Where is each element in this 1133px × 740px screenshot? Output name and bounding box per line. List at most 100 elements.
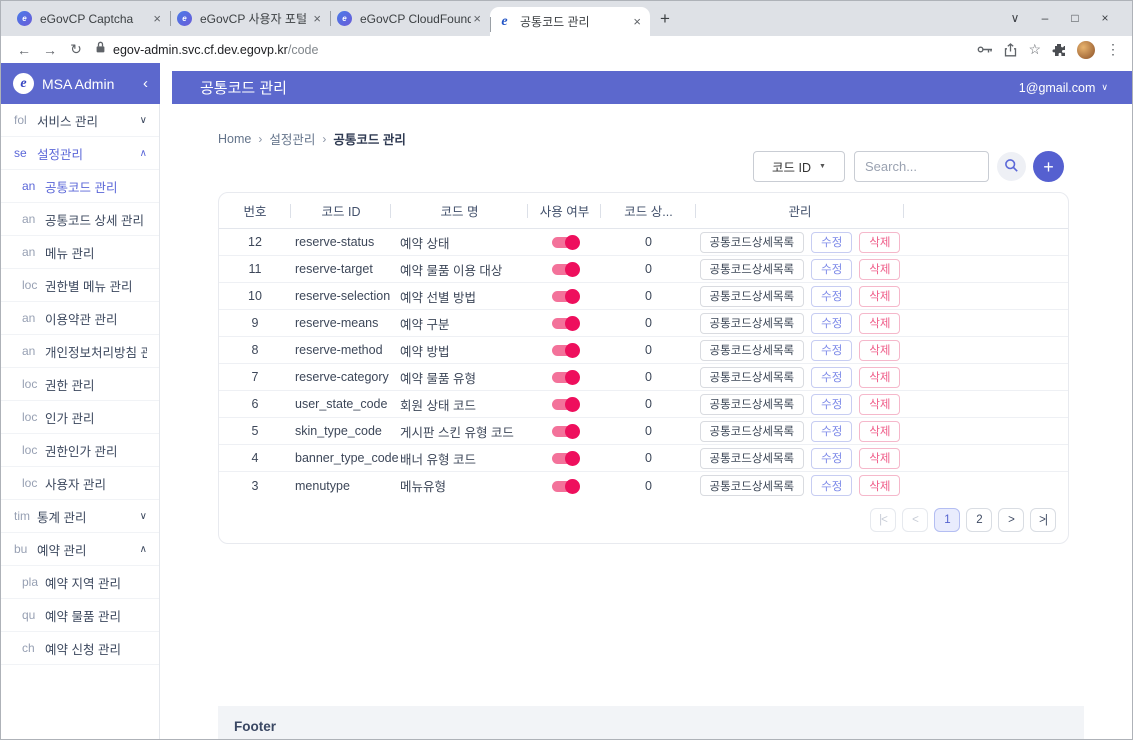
sidebar-item[interactable]: loc권한별 메뉴 관리 [1, 269, 159, 302]
page-1[interactable]: 1 [934, 508, 960, 532]
use-toggle[interactable] [552, 345, 578, 356]
extensions-puzzle-icon[interactable] [1052, 43, 1066, 57]
delete-button[interactable]: 삭제 [859, 421, 900, 442]
sidebar-item[interactable]: loc인가 관리 [1, 401, 159, 434]
breadcrumb-home[interactable]: Home [218, 132, 251, 146]
search-field-dropdown[interactable]: 코드 ID ▼ [753, 151, 845, 182]
use-toggle[interactable] [552, 399, 578, 410]
back-icon[interactable]: ← [11, 42, 37, 58]
tab-search-icon[interactable]: ∨ [1000, 11, 1030, 25]
add-code-button[interactable]: + [1033, 151, 1064, 182]
sidebar-item[interactable]: tim통계 관리∨ [1, 500, 159, 533]
close-icon[interactable]: × [1090, 11, 1120, 25]
use-toggle[interactable] [552, 426, 578, 437]
minimize-icon[interactable]: – [1030, 11, 1060, 25]
edit-button[interactable]: 수정 [811, 421, 852, 442]
sidebar-item[interactable]: an메뉴 관리 [1, 236, 159, 269]
menu-icon: loc [22, 377, 39, 391]
use-toggle[interactable] [552, 481, 578, 492]
delete-button[interactable]: 삭제 [859, 259, 900, 280]
use-toggle[interactable] [552, 291, 578, 302]
delete-button[interactable]: 삭제 [859, 232, 900, 253]
browser-tab[interactable]: eeGovCP CloudFoundry× [330, 1, 490, 36]
profile-avatar[interactable] [1077, 41, 1095, 59]
delete-button[interactable]: 삭제 [859, 367, 900, 388]
address-bar[interactable]: egov-admin.svc.cf.dev.egovp.kr/code [95, 41, 967, 59]
sidebar-item[interactable]: pla예약 지역 관리 [1, 566, 159, 599]
chevron-up-icon: ∧ [140, 544, 147, 555]
sidebar-item[interactable]: an공통코드 관리 [1, 170, 159, 203]
delete-button[interactable]: 삭제 [859, 286, 900, 307]
delete-button[interactable]: 삭제 [859, 394, 900, 415]
edit-button[interactable]: 수정 [811, 313, 852, 334]
sidebar-item[interactable]: an이용약관 관리 [1, 302, 159, 335]
page-2[interactable]: 2 [966, 508, 992, 532]
sidebar-item[interactable]: loc권한인가 관리 [1, 434, 159, 467]
edit-button[interactable]: 수정 [811, 286, 852, 307]
sidebar-item[interactable]: loc사용자 관리 [1, 467, 159, 500]
edit-button[interactable]: 수정 [811, 340, 852, 361]
edit-button[interactable]: 수정 [811, 448, 852, 469]
tab-close-icon[interactable]: × [471, 11, 483, 26]
new-tab-button[interactable]: + [650, 7, 680, 31]
detail-list-button[interactable]: 공통코드상세목록 [700, 313, 805, 334]
tab-close-icon[interactable]: × [151, 11, 163, 26]
forward-icon[interactable]: → [37, 42, 63, 58]
sidebar-item[interactable]: ch예약 신청 관리 [1, 632, 159, 665]
delete-button[interactable]: 삭제 [859, 313, 900, 334]
edit-button[interactable]: 수정 [811, 367, 852, 388]
edit-button[interactable]: 수정 [811, 259, 852, 280]
next-page[interactable]: > [998, 508, 1024, 532]
delete-button[interactable]: 삭제 [859, 448, 900, 469]
sidebar-item[interactable]: loc권한 관리 [1, 368, 159, 401]
bookmark-star-icon[interactable]: ☆ [1028, 41, 1041, 58]
menu-icon: an [22, 179, 39, 193]
edit-button[interactable]: 수정 [811, 475, 852, 496]
use-toggle[interactable] [552, 453, 578, 464]
use-toggle[interactable] [552, 264, 578, 275]
sidebar-item[interactable]: bu예약 관리∧ [1, 533, 159, 566]
browser-tab[interactable]: e공통코드 관리× [490, 7, 650, 36]
edit-button[interactable]: 수정 [811, 232, 852, 253]
browser-tab[interactable]: eeGovCP 사용자 포털× [170, 1, 330, 36]
maximize-icon[interactable]: □ [1060, 11, 1090, 25]
use-toggle[interactable] [552, 318, 578, 329]
detail-list-button[interactable]: 공통코드상세목록 [700, 367, 805, 388]
use-toggle[interactable] [552, 237, 578, 248]
browser-tab[interactable]: eeGovCP Captcha× [10, 1, 170, 36]
sidebar-item[interactable]: qu예약 물품 관리 [1, 599, 159, 632]
last-page[interactable]: >| [1030, 508, 1056, 532]
detail-list-button[interactable]: 공통코드상세목록 [700, 421, 805, 442]
search-button[interactable] [997, 152, 1026, 181]
sidebar-item[interactable]: an개인정보처리방침 관리 [1, 335, 159, 368]
sidebar-item[interactable]: an공통코드 상세 관리 [1, 203, 159, 236]
breadcrumb-separator: › [322, 132, 326, 146]
user-menu[interactable]: 1@gmail.com ∨ [1019, 81, 1108, 95]
menu-icon: bu [14, 542, 31, 556]
search-input[interactable] [854, 151, 989, 182]
use-toggle[interactable] [552, 372, 578, 383]
sidebar-collapse-icon[interactable]: ‹ [143, 75, 148, 92]
breadcrumb-settings[interactable]: 설정관리 [269, 129, 315, 148]
detail-list-button[interactable]: 공통코드상세목록 [700, 475, 805, 496]
table-row: 12reserve-status예약 상태0공통코드상세목록수정삭제 [219, 229, 1068, 256]
edit-button[interactable]: 수정 [811, 394, 852, 415]
reload-icon[interactable]: ↻ [63, 41, 89, 58]
tab-close-icon[interactable]: × [311, 11, 323, 26]
detail-list-button[interactable]: 공통코드상세목록 [700, 259, 805, 280]
sidebar-item[interactable]: fol서비스 관리∨ [1, 104, 159, 137]
brand-title: MSA Admin [42, 76, 135, 92]
share-icon[interactable] [1004, 43, 1017, 57]
delete-button[interactable]: 삭제 [859, 475, 900, 496]
detail-list-button[interactable]: 공통코드상세목록 [700, 232, 805, 253]
delete-button[interactable]: 삭제 [859, 340, 900, 361]
tab-title: eGovCP CloudFoundry [360, 12, 471, 26]
detail-list-button[interactable]: 공통코드상세목록 [700, 394, 805, 415]
password-key-icon[interactable] [977, 45, 993, 54]
detail-list-button[interactable]: 공통코드상세목록 [700, 340, 805, 361]
browser-menu-icon[interactable]: ⋮ [1106, 41, 1120, 58]
detail-list-button[interactable]: 공통코드상세목록 [700, 286, 805, 307]
sidebar-item[interactable]: se설정관리∧ [1, 137, 159, 170]
detail-list-button[interactable]: 공통코드상세목록 [700, 448, 805, 469]
tab-close-icon[interactable]: × [631, 14, 643, 29]
